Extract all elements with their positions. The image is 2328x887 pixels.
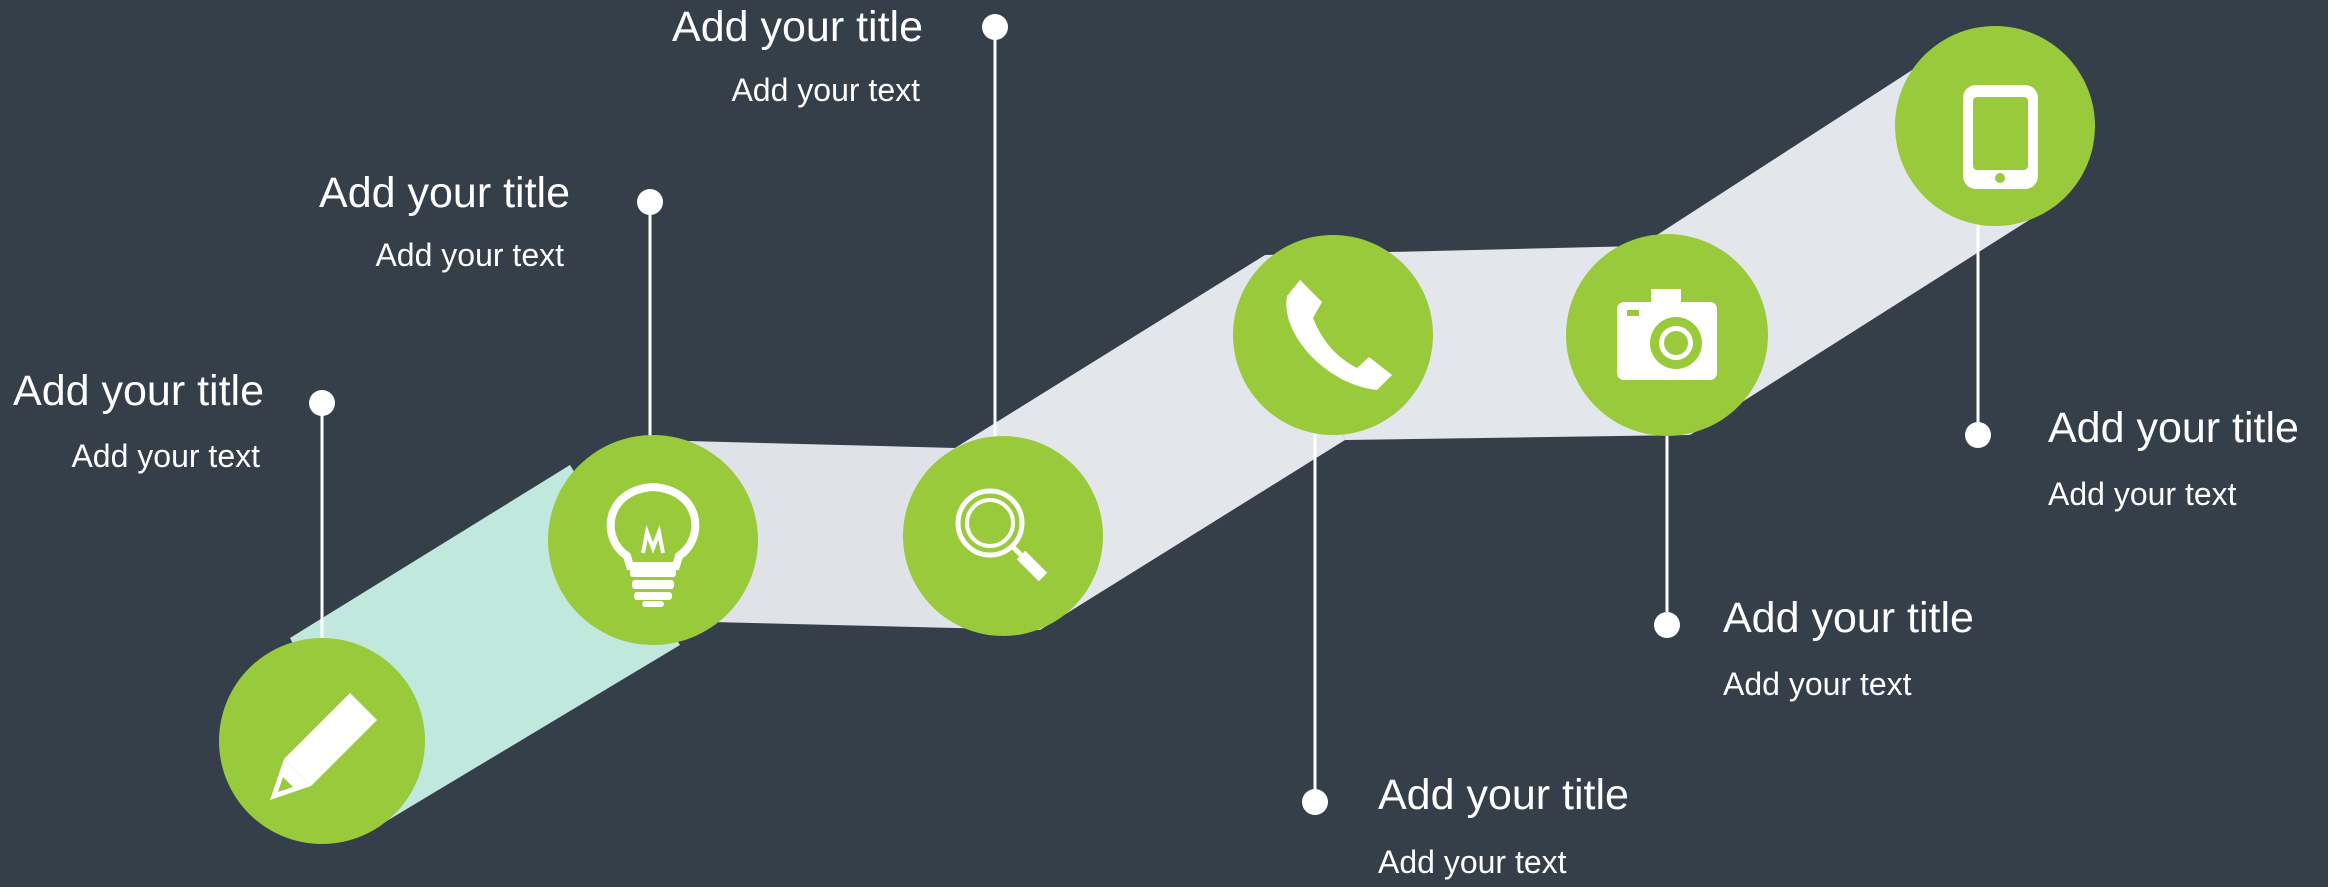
connector-dot-6: [1965, 422, 1991, 448]
step-6-text: Add your text: [2048, 476, 2237, 512]
step-3-text: Add your text: [731, 72, 920, 108]
camera-icon: [1617, 289, 1717, 380]
step-4-title: Add your title: [1378, 771, 1629, 819]
connector-dot-5: [1654, 612, 1680, 638]
step-node-3: [903, 436, 1103, 636]
step-1-title: Add your title: [13, 367, 264, 415]
connector-dot-2: [637, 189, 663, 215]
connector-dot-3: [982, 14, 1008, 40]
process-diagram: Add your title Add your text Add your ti…: [0, 0, 2328, 882]
step-5-text: Add your text: [1723, 666, 1912, 702]
step-node-4: [1233, 235, 1433, 435]
step-2-title: Add your title: [319, 169, 570, 217]
step-4-text: Add your text: [1378, 844, 1567, 880]
step-3-title: Add your title: [672, 3, 923, 51]
diagram-canvas: [219, 14, 2095, 844]
connector-dot-4: [1302, 789, 1328, 815]
step-5-title: Add your title: [1723, 594, 1974, 642]
mobile-device-icon: [1963, 85, 2038, 189]
step-2-text: Add your text: [375, 237, 564, 273]
step-6-title: Add your title: [2048, 404, 2299, 452]
connector-dot-1: [309, 390, 335, 416]
step-1-text: Add your text: [71, 438, 260, 474]
step-node-2: [548, 435, 758, 645]
